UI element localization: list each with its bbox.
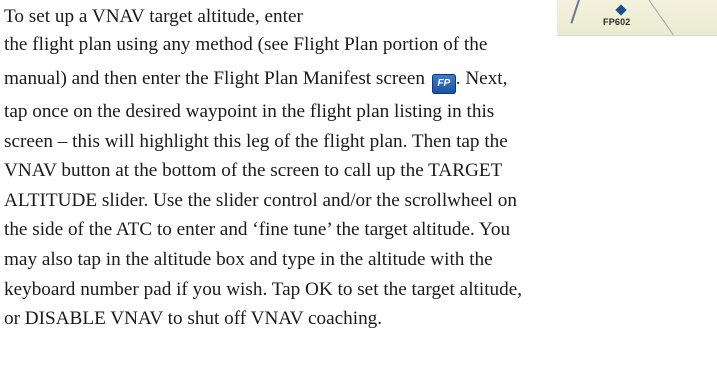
text-line: the flight plan using any method (see Fl… (4, 34, 488, 55)
flight-plan-manifest-icon: FP (431, 74, 456, 94)
text-segment: . Next, (455, 68, 508, 89)
text-line: To set up a VNAV target altitude, enter (4, 6, 303, 27)
text-line: VNAV button at the bottom of the screen … (4, 160, 503, 182)
text-line: manual) and then enter the Flight Plan M… (4, 60, 716, 97)
text-line: the side of the ATC to enter and ‘fine t… (4, 219, 511, 241)
text-line: may also tap in the altitude box and typ… (4, 248, 493, 270)
text-segment: manual) and then enter the Flight Plan M… (4, 68, 425, 89)
instruction-paragraph: To set up a VNAV target altitude, enter … (4, 2, 716, 334)
text-line: ALTITUDE slider. Use the slider control … (4, 189, 517, 211)
text-line: screen – this will highlight this leg of… (4, 130, 508, 152)
text-line: keyboard number pad if you wish. Tap OK … (4, 278, 523, 300)
text-line: tap once on the desired waypoint in the … (4, 101, 495, 122)
text-line: or DISABLE VNAV to shut off VNAV coachin… (4, 308, 383, 330)
